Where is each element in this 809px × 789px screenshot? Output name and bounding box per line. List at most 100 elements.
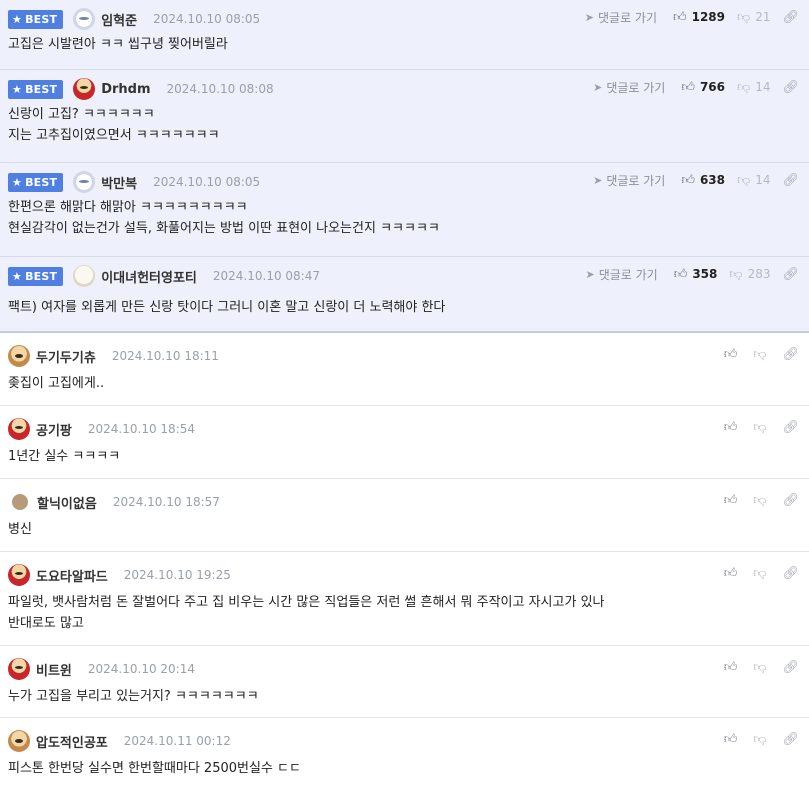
comment-date: 2024.10.11 00:12 <box>123 734 231 748</box>
nickname[interactable]: 압도적인공포 <box>36 732 108 751</box>
upvote-button[interactable]: 👍︎ 358 <box>674 267 718 282</box>
link-icon[interactable]: 🔗︎ <box>782 566 799 581</box>
upvote-button[interactable]: 👍︎ 766 <box>681 80 725 95</box>
avatar[interactable] <box>73 171 96 193</box>
comment-body: 피스톤 한번당 실수면 한번할때마다 2500번실수 ㄷㄷ <box>8 761 301 776</box>
comment-date: 2024.10.10 18:11 <box>111 349 219 363</box>
thumbs-up-icon[interactable]: 👍︎ <box>724 566 738 581</box>
comment-date: 2024.10.10 08:05 <box>153 175 261 189</box>
avatar[interactable] <box>8 345 30 367</box>
thumbs-down-icon[interactable]: 👎︎ <box>753 566 766 581</box>
comment-date: 2024.10.10 20:14 <box>87 662 195 676</box>
comment-body: 한편으론 해맑다 해맑아 ㅋㅋㅋㅋㅋㅋㅋㅋㅋ 현실감각이 없는건가 설득, 화풀… <box>8 200 440 236</box>
thumbs-down-icon[interactable]: 👎︎ <box>753 660 766 675</box>
best-comment: ★ BEST 임혁준 2024.10.10 08:05 ➤ 댓글로 가기 👍︎ 128… <box>0 0 809 70</box>
avatar[interactable] <box>12 494 28 510</box>
link-icon[interactable]: 🔗︎ <box>782 493 799 508</box>
thumbs-up-icon[interactable]: 👍︎ <box>724 493 738 508</box>
link-icon[interactable]: 🔗︎ <box>782 10 799 25</box>
link-icon[interactable]: 🔗︎ <box>782 347 799 362</box>
nickname[interactable]: 비트윈 <box>36 660 72 679</box>
thumbs-down-icon: 👎︎ <box>729 266 743 282</box>
comment-date: 2024.10.10 18:57 <box>112 495 220 509</box>
star-icon: ★ <box>12 175 23 189</box>
best-comment: ★ BEST Drhdm 2024.10.10 08:08 ➤ 댓글로 가기 👍︎ 7… <box>0 70 809 163</box>
nickname[interactable]: 박만복 <box>101 173 137 192</box>
link-icon[interactable]: 🔗︎ <box>782 80 799 95</box>
comment: 공기팡 2024.10.10 18:54 👍︎ 👎︎ 🔗︎ 1년간 실수 ㅋㅋㅋ… <box>0 406 809 479</box>
comment-date: 2024.10.10 08:47 <box>212 269 320 283</box>
nickname[interactable]: 이대녀헌터영포티 <box>101 267 197 286</box>
comment-list: ★ BEST 임혁준 2024.10.10 08:05 ➤ 댓글로 가기 👍︎ 128… <box>0 0 809 789</box>
link-icon[interactable]: 🔗︎ <box>782 173 799 188</box>
upvote-button[interactable]: 👍︎ 1289 <box>673 10 725 25</box>
avatar[interactable] <box>73 78 96 100</box>
comment-body: 신랑이 고집? ㅋㅋㅋㅋㅋㅋ 지는 고추집이였으면서 ㅋㅋㅋㅋㅋㅋㅋ <box>8 107 220 143</box>
comment: 비트윈 2024.10.10 20:14 👍︎ 👎︎ 🔗︎ 누가 고집을 부리고… <box>0 646 809 718</box>
go-to-reply-link[interactable]: ➤ 댓글로 가기 <box>585 9 657 26</box>
comment-body: 병신 <box>8 522 32 537</box>
thumbs-up-icon: 👍︎ <box>681 79 695 95</box>
avatar[interactable] <box>8 564 30 586</box>
avatar[interactable] <box>73 8 96 30</box>
best-badge: ★ BEST <box>8 266 64 286</box>
thumbs-up-icon: 👍︎ <box>673 266 688 282</box>
comment: 두기두기츄 2024.10.10 18:11 👍︎ 👎︎ 🔗︎ 좆집이 고집에게… <box>0 333 809 406</box>
thumbs-down-icon: 👎︎ <box>737 9 751 25</box>
downvote-button[interactable]: 👎︎ 21 <box>737 10 770 25</box>
link-icon[interactable]: 🔗︎ <box>782 267 799 282</box>
upvote-button[interactable]: 👍︎ 638 <box>681 173 725 188</box>
avatar[interactable] <box>8 418 30 440</box>
comment: 도요타알파드 2024.10.10 19:25 👍︎ 👎︎ 🔗︎ 파일럿, 뱃사… <box>0 552 809 646</box>
arrow-icon: ➤ <box>584 10 594 24</box>
downvote-button[interactable]: 👎︎ 14 <box>737 173 770 188</box>
downvote-button[interactable]: 👎︎ 283 <box>729 267 770 282</box>
go-to-reply-link[interactable]: ➤ 댓글로 가기 <box>585 266 657 283</box>
arrow-icon: ➤ <box>593 80 603 94</box>
link-icon[interactable]: 🔗︎ <box>782 660 799 675</box>
nickname[interactable]: Drhdm <box>101 82 150 97</box>
thumbs-down-icon[interactable]: 👎︎ <box>753 493 766 508</box>
star-icon: ★ <box>12 269 23 283</box>
comment-date: 2024.10.10 19:25 <box>123 568 231 582</box>
nickname[interactable]: 공기팡 <box>36 420 72 439</box>
arrow-icon: ➤ <box>593 173 603 187</box>
thumbs-up-icon[interactable]: 👍︎ <box>724 420 738 435</box>
thumbs-up-icon[interactable]: 👍︎ <box>724 732 738 747</box>
comment: 압도적인공포 2024.10.11 00:12 👍︎ 👎︎ 🔗︎ 피스톤 한번당… <box>0 718 809 789</box>
comment-date: 2024.10.10 08:08 <box>166 82 274 96</box>
comment-body: 파일럿, 뱃사람처럼 돈 잘벌어다 주고 집 비우는 시간 많은 직업들은 저런… <box>8 595 605 631</box>
comment-body: 좆집이 고집에게.. <box>8 376 105 391</box>
comment-body: 고집은 시발련아 ㅋㅋ 씹구녕 찢어버릴라 <box>8 37 228 52</box>
comment-body: 누가 고집을 부리고 있는거지? ㅋㅋㅋㅋㅋㅋㅋ <box>8 689 259 704</box>
thumbs-up-icon: 👍︎ <box>681 172 695 188</box>
thumbs-up-icon[interactable]: 👍︎ <box>724 660 738 675</box>
nickname[interactable]: 할닉이없음 <box>37 493 97 512</box>
arrow-icon: ➤ <box>585 267 595 281</box>
avatar[interactable] <box>8 730 30 752</box>
star-icon: ★ <box>12 82 23 96</box>
star-icon: ★ <box>12 12 23 26</box>
thumbs-down-icon[interactable]: 👎︎ <box>753 420 766 435</box>
downvote-button[interactable]: 👎︎ 14 <box>737 80 770 95</box>
link-icon[interactable]: 🔗︎ <box>782 732 799 747</box>
go-to-reply-link[interactable]: ➤ 댓글로 가기 <box>593 172 665 189</box>
link-icon[interactable]: 🔗︎ <box>782 420 799 435</box>
thumbs-up-icon: 👍︎ <box>673 9 687 25</box>
nickname[interactable]: 두기두기츄 <box>36 347 96 366</box>
best-badge: ★ BEST <box>8 79 64 99</box>
avatar[interactable] <box>73 265 96 287</box>
best-badge: ★ BEST <box>8 172 64 192</box>
avatar[interactable] <box>8 658 30 680</box>
comment-body: 1년간 실수 ㅋㅋㅋㅋ <box>8 449 121 464</box>
nickname[interactable]: 도요타알파드 <box>36 566 108 585</box>
thumbs-down-icon: 👎︎ <box>737 79 751 95</box>
best-comment: ★ BEST 이대녀헌터영포티 2024.10.10 08:47 ➤ 댓글로 가기 … <box>0 257 809 333</box>
thumbs-down-icon[interactable]: 👎︎ <box>753 732 766 747</box>
go-to-reply-link[interactable]: ➤ 댓글로 가기 <box>593 79 665 96</box>
thumbs-down-icon[interactable]: 👎︎ <box>753 347 766 362</box>
thumbs-up-icon[interactable]: 👍︎ <box>724 347 738 362</box>
nickname[interactable]: 임혁준 <box>101 10 137 29</box>
comment-body: 팩트) 여자를 외롭게 만든 신랑 탓이다 그러니 이혼 말고 신랑이 더 노력… <box>8 300 446 315</box>
comment-date: 2024.10.10 08:05 <box>153 12 261 26</box>
